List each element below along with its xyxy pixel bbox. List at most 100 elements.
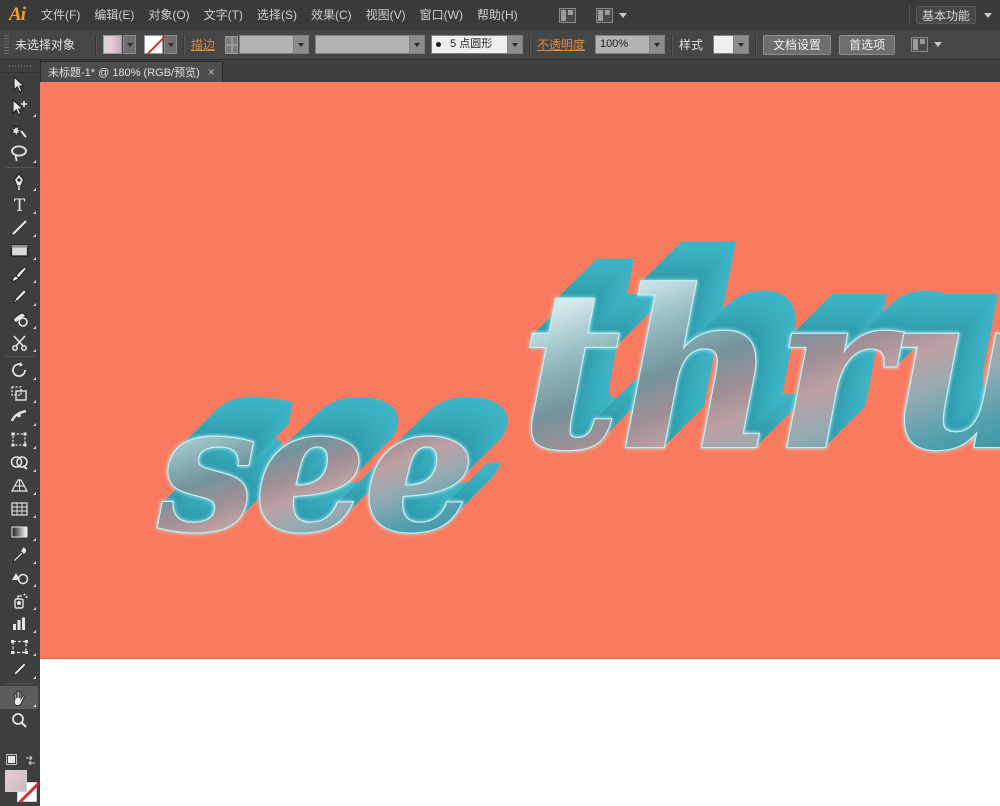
tool-flyout-indicator-icon (33, 280, 36, 283)
canvas-area[interactable]: see see see see thru thru thru thru (40, 82, 1000, 806)
menu-edit[interactable]: 编辑(E) (87, 0, 141, 30)
tool-flyout-indicator-icon (33, 211, 36, 214)
mesh-tool[interactable] (0, 497, 38, 520)
chevron-down-icon (618, 12, 627, 18)
word-thru-face-fill: thru (520, 262, 1000, 480)
bridge-icon[interactable] (558, 7, 576, 23)
chevron-down-icon (934, 42, 943, 47)
selection-tool[interactable] (0, 73, 38, 96)
fill-indicator-swatch[interactable] (5, 770, 27, 792)
tools-panel: T (0, 60, 41, 806)
fill-swatch[interactable] (103, 35, 122, 54)
fill-dropdown-button[interactable] (123, 35, 136, 54)
artboard[interactable]: see see see see thru thru thru thru (40, 82, 1000, 658)
divider (183, 34, 185, 55)
shape-builder-tool[interactable] (0, 451, 38, 474)
swap-fill-stroke-icon[interactable] (25, 755, 35, 765)
opacity-link-label[interactable]: 不透明度 (537, 36, 585, 53)
gradient-tool[interactable] (0, 520, 38, 543)
stroke-color-control[interactable] (144, 35, 177, 54)
preferences-button[interactable]: 首选项 (839, 34, 896, 55)
direct-selection-tool[interactable] (0, 96, 38, 119)
menu-effect[interactable]: 效果(C) (304, 0, 359, 30)
rectangle-tool[interactable] (0, 239, 38, 262)
free-transform-tool[interactable] (0, 428, 38, 451)
menu-view[interactable]: 视图(V) (359, 0, 413, 30)
blob-brush-tool[interactable] (0, 308, 38, 331)
stroke-weight-combo[interactable] (239, 35, 310, 54)
zoom-tool[interactable] (0, 709, 38, 732)
scale-tool[interactable] (0, 382, 38, 405)
chevron-down-icon[interactable] (507, 36, 523, 53)
divider (529, 34, 532, 55)
tool-flyout-indicator-icon (33, 257, 36, 260)
width-profile-combo[interactable] (315, 35, 426, 54)
tool-flyout-indicator-icon (33, 303, 36, 306)
workspace-label: 基本功能 (921, 8, 970, 23)
divider (908, 6, 910, 24)
tool-flyout-indicator-icon (33, 492, 36, 495)
tool-flyout-indicator-icon (33, 160, 36, 163)
fill-control[interactable] (103, 35, 136, 54)
tool-flyout-indicator-icon (33, 114, 36, 117)
tool-flyout-indicator-icon (33, 561, 36, 564)
tool-flyout-indicator-icon (33, 515, 36, 518)
artboard-tool[interactable] (0, 635, 38, 658)
workspace-chevron-down-icon[interactable] (984, 12, 992, 18)
brush-definition-combo[interactable]: 5 点圆形 (431, 35, 524, 54)
menu-type[interactable]: 文字(T) (197, 0, 250, 30)
divider (671, 34, 674, 55)
rotate-tool[interactable] (0, 359, 38, 382)
menu-select[interactable]: 选择(S) (250, 0, 304, 30)
artwork-3d-lettering[interactable]: see see see see thru thru thru thru (40, 82, 1000, 658)
blend-tool[interactable] (0, 566, 38, 589)
slice-tool[interactable] (0, 658, 38, 681)
pen-tool[interactable] (0, 170, 38, 193)
workspace-switcher[interactable]: 基本功能 (915, 6, 976, 24)
column-graph-tool[interactable] (0, 612, 38, 635)
hand-tool[interactable] (0, 686, 38, 709)
tool-flyout-indicator-icon (33, 234, 36, 237)
perspective-grid-tool[interactable] (0, 474, 38, 497)
tool-flyout-indicator-icon (33, 469, 36, 472)
stroke-link-label[interactable]: 描边 (191, 36, 215, 53)
graphic-style-combo[interactable] (713, 35, 750, 54)
type-tool[interactable]: T (0, 193, 38, 216)
tool-flyout-indicator-icon (33, 446, 36, 449)
menu-file[interactable]: 文件(F) (34, 0, 87, 30)
align-dropdown-button[interactable] (907, 37, 943, 52)
menu-window[interactable]: 窗口(W) (413, 0, 470, 30)
chevron-down-icon[interactable] (733, 36, 749, 53)
width-tool[interactable] (0, 405, 38, 428)
tool-flyout-indicator-icon (33, 653, 36, 656)
close-icon[interactable]: × (208, 66, 215, 78)
lasso-tool[interactable] (0, 142, 38, 165)
line-segment-tool[interactable] (0, 216, 38, 239)
chevron-down-icon[interactable] (293, 36, 309, 53)
pencil-tool[interactable] (0, 285, 38, 308)
paintbrush-tool[interactable] (0, 262, 38, 285)
stroke-swatch[interactable] (144, 35, 163, 54)
menu-help[interactable]: 帮助(H) (470, 0, 525, 30)
document-tab[interactable]: 未标题-1* @ 180% (RGB/预览) × (40, 61, 223, 82)
svg-text:T: T (13, 196, 25, 213)
chevron-down-icon[interactable] (409, 36, 425, 53)
scissors-tool[interactable] (0, 331, 38, 354)
chevron-down-icon[interactable] (649, 36, 665, 53)
arrange-documents-button[interactable] (592, 7, 627, 23)
opacity-combo[interactable]: 100% (595, 35, 666, 54)
stroke-weight-stepper[interactable] (225, 35, 239, 54)
color-mode-row (0, 750, 40, 768)
menu-object[interactable]: 对象(O) (141, 0, 196, 30)
brush-preview-icon (436, 42, 442, 47)
brush-definition-value: 5 点圆形 (450, 38, 493, 50)
divider (95, 34, 97, 55)
default-fill-stroke-icon[interactable] (6, 753, 17, 765)
symbol-sprayer-tool[interactable] (0, 589, 38, 612)
control-bar-grip[interactable] (4, 34, 9, 55)
tools-panel-grip[interactable] (0, 60, 40, 73)
stroke-dropdown-button[interactable] (164, 35, 177, 54)
magic-wand-tool[interactable] (0, 119, 38, 142)
document-setup-button[interactable]: 文档设置 (763, 34, 832, 55)
eyedropper-tool[interactable] (0, 543, 38, 566)
